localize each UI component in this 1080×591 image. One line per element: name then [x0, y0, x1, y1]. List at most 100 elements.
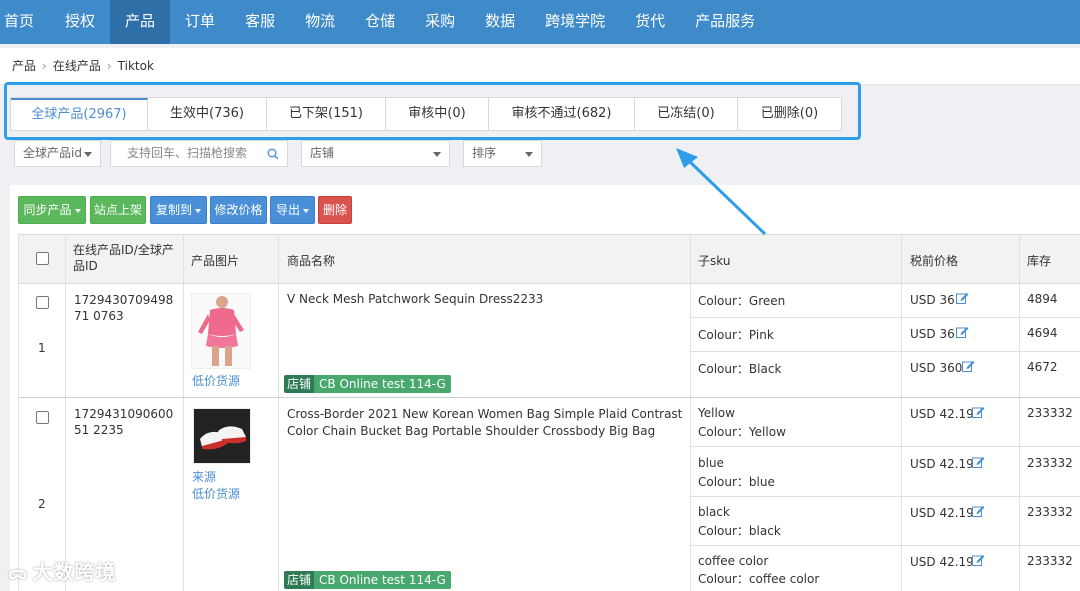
- watermark-logo: ᯅ 大数跨境: [8, 560, 117, 584]
- tabs-highlight-box: [4, 82, 861, 140]
- sku-divider: [690, 446, 1080, 447]
- breadcrumb-tiktok: Tiktok: [117, 59, 154, 73]
- row-index: 2: [38, 497, 46, 511]
- row-divider: [18, 397, 1080, 398]
- edit-price-button[interactable]: 修改价格: [210, 196, 267, 224]
- row-checkbox[interactable]: [36, 411, 49, 424]
- delete-label: 删除: [322, 203, 347, 217]
- dress-image-icon: [192, 294, 250, 368]
- search-placeholder: 支持回车、扫描枪搜索: [127, 146, 248, 160]
- sku-divider: [690, 317, 1080, 318]
- sku-divider: [690, 545, 1080, 546]
- grid-line: [278, 234, 279, 591]
- product-image[interactable]: [191, 293, 251, 369]
- chevron-down-icon: [433, 152, 441, 157]
- chevron-down-icon: [525, 152, 533, 157]
- nav-service[interactable]: 客服: [230, 0, 290, 44]
- edit-price-icon[interactable]: [962, 360, 975, 372]
- nav-purchase[interactable]: 采购: [410, 0, 470, 44]
- export-button[interactable]: 导出: [270, 196, 315, 224]
- row-index: 1: [38, 341, 46, 355]
- sku-attr: Colour：Yellow: [698, 425, 786, 439]
- caret-down-icon: [303, 208, 309, 213]
- shop-badge-value: CB Online test 114-G: [314, 571, 451, 589]
- id-type-select[interactable]: 全球产品id: [14, 140, 101, 167]
- nav-warehouse[interactable]: 仓储: [350, 0, 410, 44]
- low-price-source-link[interactable]: 低价货源: [192, 372, 240, 389]
- grid-line: [690, 234, 691, 591]
- nav-product-service[interactable]: 产品服务: [680, 0, 770, 44]
- sku-stock: 4894: [1027, 292, 1058, 306]
- nav-orders[interactable]: 订单: [170, 0, 230, 44]
- shop-select-value: 店铺: [310, 146, 335, 160]
- nav-products[interactable]: 产品: [110, 0, 171, 44]
- product-image[interactable]: [193, 408, 251, 464]
- top-nav: 首页 授权 产品 订单 客服 物流 仓储 采购 数据 跨境学院 货代 产品服务: [0, 0, 1080, 44]
- sku-price: USD 36: [910, 327, 955, 341]
- search-input[interactable]: 支持回车、扫描枪搜索: [110, 140, 288, 167]
- nav-logistics[interactable]: 物流: [290, 0, 350, 44]
- product-name: V Neck Mesh Patchwork Sequin Dress2233: [287, 292, 544, 306]
- low-price-source-link[interactable]: 低价货源: [192, 485, 240, 502]
- nav-academy[interactable]: 跨境学院: [530, 0, 620, 44]
- nav-auth[interactable]: 授权: [50, 0, 110, 44]
- edit-price-label: 修改价格: [214, 203, 263, 217]
- shop-badge-value: CB Online test 114-G: [314, 375, 451, 393]
- sku-price: USD 36: [910, 293, 955, 307]
- sku-title: Yellow: [698, 406, 735, 420]
- sku-attr: Colour：Black: [698, 362, 782, 376]
- sku-stock: 4672: [1027, 360, 1058, 374]
- sku-title: black: [698, 505, 730, 519]
- product-id: 172943109060051 2235: [74, 407, 174, 437]
- sort-select[interactable]: 排序: [463, 140, 542, 167]
- breadcrumb: 产品 › 在线产品 › Tiktok: [0, 48, 1080, 85]
- edit-price-icon[interactable]: [956, 292, 969, 304]
- delete-button[interactable]: 删除: [318, 196, 352, 224]
- sku-attr: Colour：blue: [698, 475, 775, 489]
- grid-line: [18, 234, 19, 591]
- source-link[interactable]: 来源: [192, 468, 216, 485]
- col-header-stock: 库存: [1027, 254, 1052, 268]
- site-list-label: 站点上架: [93, 203, 142, 217]
- sku-price: USD 42.19: [910, 407, 974, 421]
- nav-home[interactable]: 首页: [0, 0, 50, 44]
- edit-price-icon[interactable]: [956, 326, 969, 338]
- product-name: Cross-Border 2021 New Korean Women Bag S…: [287, 407, 683, 438]
- breadcrumb-separator-icon: ›: [106, 59, 112, 73]
- copy-to-button[interactable]: 复制到: [150, 196, 207, 224]
- col-header-sku: 子sku: [698, 254, 731, 268]
- id-type-select-value: 全球产品id: [23, 146, 82, 160]
- edit-price-icon[interactable]: [972, 406, 985, 418]
- sku-price: USD 360: [910, 361, 963, 375]
- select-all-checkbox[interactable]: [36, 252, 49, 265]
- row-checkbox[interactable]: [36, 296, 49, 309]
- breadcrumb-online-products[interactable]: 在线产品: [53, 59, 101, 73]
- shop-badge-key: 店铺: [284, 375, 315, 393]
- site-list-button[interactable]: 站点上架: [90, 196, 146, 224]
- sku-price: USD 42.19: [910, 506, 974, 520]
- sync-products-button[interactable]: 同步产品: [18, 196, 86, 224]
- nav-data[interactable]: 数据: [470, 0, 530, 44]
- edit-price-icon[interactable]: [972, 505, 985, 517]
- nav-forwarder[interactable]: 货代: [620, 0, 680, 44]
- sku-divider: [690, 496, 1080, 497]
- shop-badge-key: 店铺: [284, 571, 315, 589]
- shop-select[interactable]: 店铺: [301, 140, 450, 167]
- sort-select-value: 排序: [472, 146, 497, 160]
- export-label: 导出: [275, 203, 300, 217]
- edit-price-icon[interactable]: [972, 456, 985, 468]
- edit-price-icon[interactable]: [972, 554, 985, 566]
- sku-title: blue: [698, 456, 724, 470]
- breadcrumb-separator-icon: ›: [42, 59, 47, 73]
- grid-line: [1019, 234, 1020, 591]
- sku-attr: Colour：black: [698, 524, 781, 538]
- breadcrumb-products[interactable]: 产品: [12, 59, 36, 73]
- sku-attr: Colour：Green: [698, 294, 786, 308]
- shoes-image-icon: [194, 409, 250, 463]
- product-id: 172943070949871 0763: [74, 293, 174, 323]
- watermark-text: 大数跨境: [32, 560, 117, 584]
- search-icon[interactable]: [267, 148, 279, 160]
- sku-attr: Colour：Pink: [698, 328, 774, 342]
- caret-down-icon: [195, 208, 201, 213]
- copy-to-label: 复制到: [155, 203, 192, 217]
